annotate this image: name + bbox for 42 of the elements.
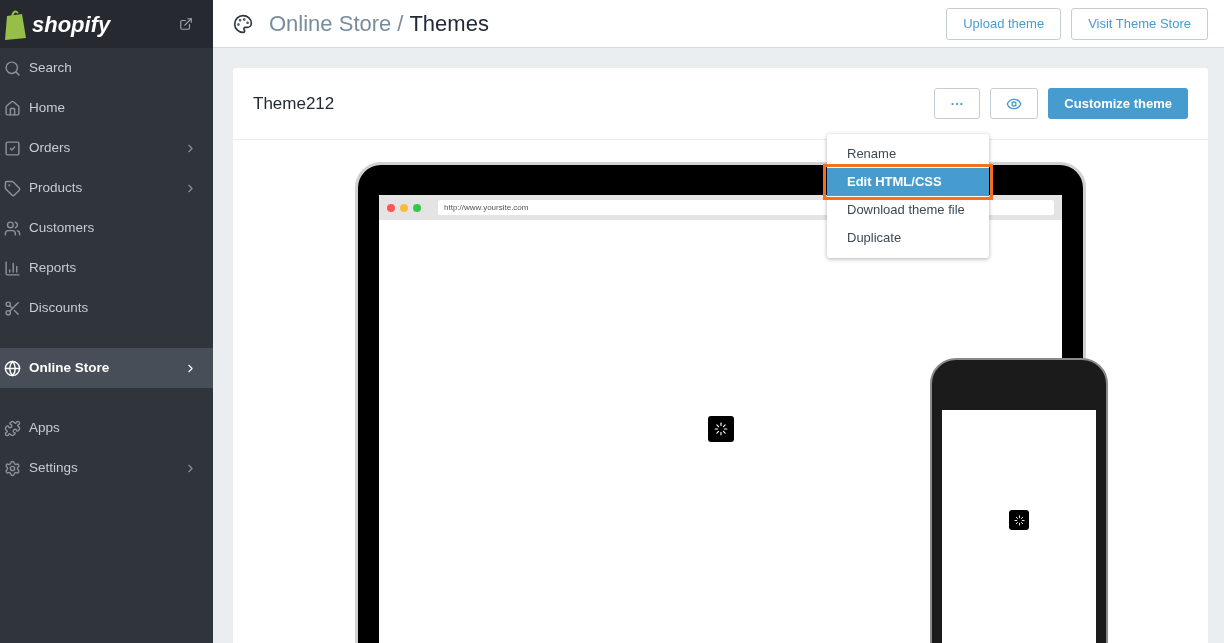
sidebar-item[interactable]: Products xyxy=(0,168,213,208)
sidebar-item[interactable]: Discounts xyxy=(0,288,213,328)
puzzle-icon xyxy=(4,419,21,437)
sidebar-item[interactable]: Reports xyxy=(0,248,213,288)
home-icon xyxy=(4,99,21,117)
sidebar-label: Home xyxy=(29,98,65,117)
sidebar-label: Online Store xyxy=(29,358,110,377)
globe-icon xyxy=(4,359,21,377)
loading-spinner xyxy=(707,416,734,442)
sidebar-item[interactable]: Home xyxy=(0,88,213,128)
sidebar-item[interactable]: Online Store xyxy=(0,348,213,388)
logo-text: shopify xyxy=(32,10,111,39)
sidebar-item[interactable]: Search xyxy=(0,48,213,88)
sidebar-label: Settings xyxy=(29,458,78,477)
search-icon xyxy=(4,59,21,77)
preview-button[interactable] xyxy=(990,88,1039,119)
menu-item[interactable]: Duplicate xyxy=(827,224,989,252)
sidebar-label: Discounts xyxy=(29,298,89,317)
sidebar-label: Apps xyxy=(29,418,60,437)
sidebar-item[interactable]: Orders xyxy=(0,128,213,168)
people-icon xyxy=(4,219,21,237)
page-title: Themes xyxy=(409,10,489,38)
settings-icon xyxy=(4,459,21,477)
sidebar-label: Customers xyxy=(29,218,95,237)
sidebar-item[interactable]: Customers xyxy=(0,208,213,248)
shopping-bag-icon xyxy=(4,8,28,40)
breadcrumb-separator: / xyxy=(397,10,404,38)
sidebar-label: Search xyxy=(29,58,72,77)
menu-item[interactable]: Rename xyxy=(827,140,989,168)
tag-icon xyxy=(4,179,21,197)
sidebar-item[interactable]: Settings xyxy=(0,448,213,488)
sidebar-label: Products xyxy=(29,178,83,197)
sidebar-label: Orders xyxy=(29,138,71,157)
external-link-icon[interactable] xyxy=(179,17,193,31)
loading-spinner xyxy=(1009,510,1029,530)
palette-icon xyxy=(233,13,253,34)
sidebar-item[interactable]: Apps xyxy=(0,408,213,448)
theme-name: Theme212 xyxy=(253,92,335,115)
checkbox-icon xyxy=(4,139,21,157)
sidebar-label: Reports xyxy=(29,258,77,277)
scissors-icon xyxy=(4,299,21,317)
bar-chart-icon xyxy=(4,259,21,277)
